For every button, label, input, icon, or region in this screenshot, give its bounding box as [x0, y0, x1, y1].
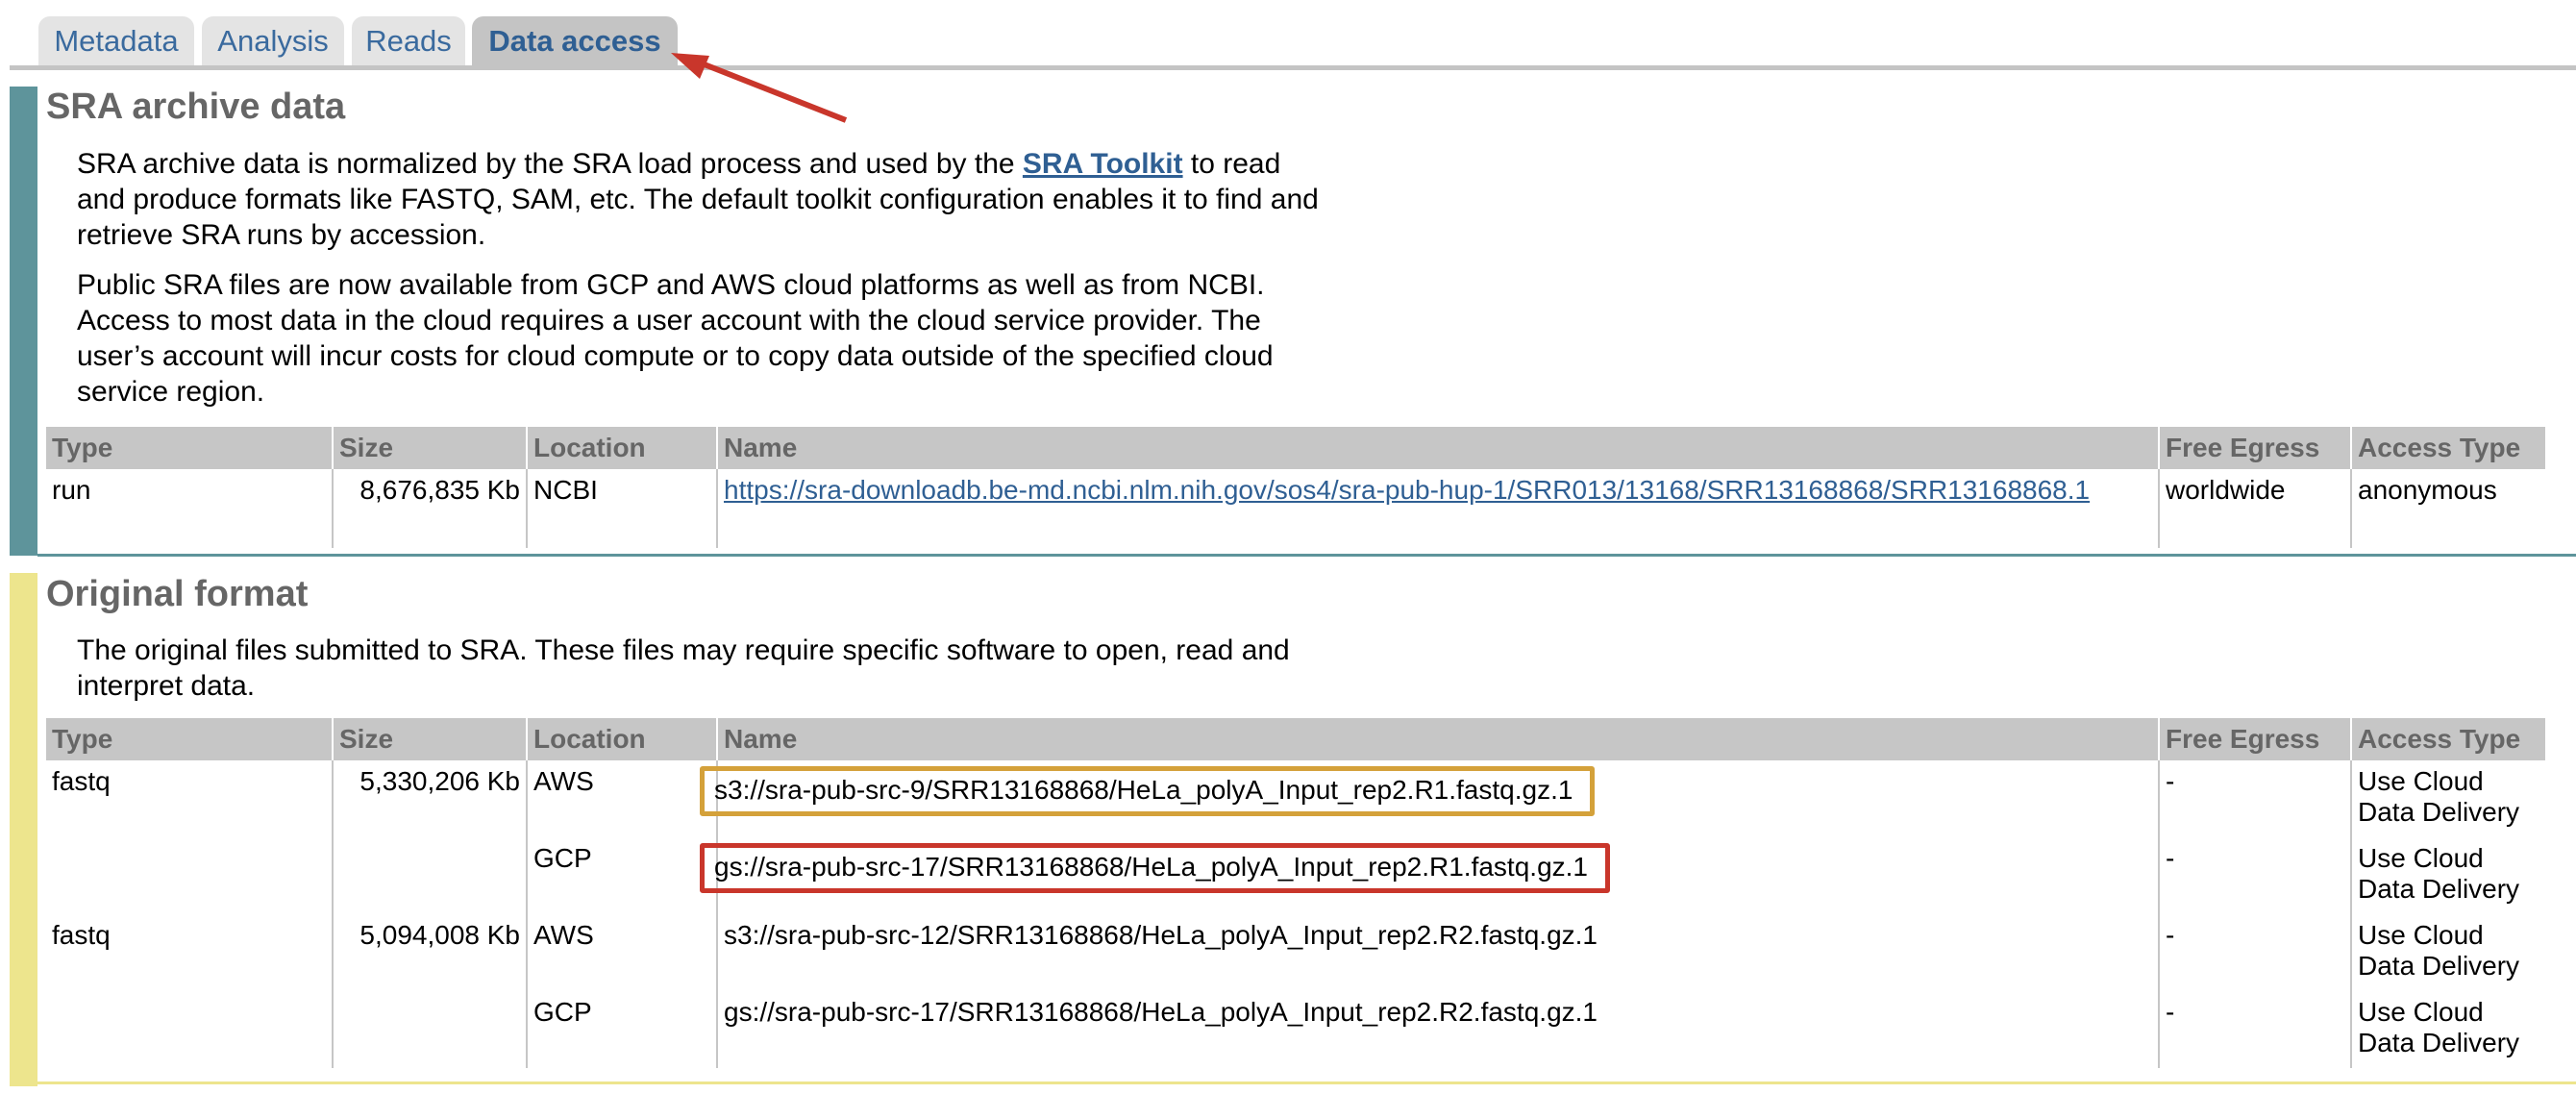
table-header-row: Type Size Location Name Free Egress Acce… [46, 718, 2545, 760]
original-files-table: Type Size Location Name Free Egress Acce… [46, 718, 2545, 1068]
table-row: GCP gs://sra-pub-src-17/SRR13168868/HeLa… [46, 837, 2545, 914]
cell-size: 5,330,206 Kb [333, 760, 528, 837]
column-header-access-type: Access Type [2351, 718, 2545, 760]
cell-access-type: Use Cloud Data Delivery [2358, 997, 2520, 1057]
tab-metadata[interactable]: Metadata [38, 16, 194, 66]
cell-access-type: Use Cloud Data Delivery [2358, 766, 2520, 827]
cell-name: s3://sra-pub-src-9/SRR13168868/HeLa_poly… [700, 760, 2160, 837]
cell-size [333, 991, 528, 1068]
download-url-link[interactable]: https://sra-downloadb.be-md.ncbi.nlm.nih… [724, 475, 2090, 505]
cell-type: fastq [46, 760, 334, 837]
annotation-arrow-icon [671, 53, 848, 123]
cell-free-egress: - [2159, 837, 2352, 914]
column-header-type: Type [46, 427, 334, 469]
cell-location: NCBI [527, 469, 718, 548]
tab-underline [10, 65, 2576, 70]
cell-location: AWS [527, 914, 718, 991]
sra-section-divider [37, 554, 2576, 557]
original-section-divider [37, 1082, 2576, 1084]
table-row: GCP gs://sra-pub-src-17/SRR13168868/HeLa… [46, 991, 2545, 1068]
table-row: run 8,676,835 Kb NCBI https://sra-downlo… [46, 469, 2545, 548]
cell-type: fastq [46, 914, 334, 991]
tab-reads[interactable]: Reads [352, 16, 465, 66]
column-header-name: Name [717, 427, 2160, 469]
table-row: fastq 5,094,008 Kb AWS s3://sra-pub-src-… [46, 914, 2545, 991]
cell-name[interactable]: gs://sra-pub-src-17/SRR13168868/HeLa_pol… [717, 991, 2160, 1068]
column-header-free-egress: Free Egress [2159, 718, 2352, 760]
original-section-accent-bar [10, 573, 37, 1086]
cell-location: GCP [527, 837, 718, 914]
table-row: fastq 5,330,206 Kb AWS s3://sra-pub-src-… [46, 760, 2545, 837]
cell-location: GCP [527, 991, 718, 1068]
column-header-access-type: Access Type [2351, 427, 2545, 469]
column-header-size: Size [333, 427, 528, 469]
sra-data-access-page: Metadata Analysis Reads Data access SRA … [0, 0, 2576, 1094]
sra-toolkit-link[interactable]: SRA Toolkit [1023, 148, 1183, 180]
cell-free-egress: - [2159, 914, 2352, 991]
cell-type [46, 837, 334, 914]
column-header-size: Size [333, 718, 528, 760]
column-header-free-egress: Free Egress [2159, 427, 2352, 469]
cell-free-egress: worldwide [2159, 469, 2352, 548]
tab-bar: Metadata Analysis Reads Data access [0, 0, 2576, 70]
sra-section-title: SRA archive data [46, 87, 346, 127]
cell-size [333, 837, 528, 914]
cell-access-type: anonymous [2358, 475, 2497, 505]
tab-analysis[interactable]: Analysis [202, 16, 344, 66]
table-header-row: Type Size Location Name Free Egress Acce… [46, 427, 2545, 469]
original-section-title: Original format [46, 574, 309, 614]
cell-size: 5,094,008 Kb [333, 914, 528, 991]
cell-free-egress: - [2159, 760, 2352, 837]
cell-location: AWS [527, 760, 718, 837]
sra-description-start: SRA archive data is normalized by the SR… [77, 148, 1023, 180]
highlighted-gcp-r1-path[interactable]: gs://sra-pub-src-17/SRR13168868/HeLa_pol… [700, 843, 1610, 893]
cell-free-egress: - [2159, 991, 2352, 1068]
column-header-location: Location [527, 718, 718, 760]
cell-size: 8,676,835 Kb [333, 469, 528, 548]
sra-section-accent-bar [10, 87, 37, 556]
column-header-location: Location [527, 427, 718, 469]
sra-description: SRA archive data is normalized by the SR… [77, 146, 1336, 253]
highlighted-aws-r1-path[interactable]: s3://sra-pub-src-9/SRR13168868/HeLa_poly… [700, 766, 1596, 816]
tab-data-access[interactable]: Data access [472, 16, 678, 66]
cell-type [46, 991, 334, 1068]
cell-access-type: Use Cloud Data Delivery [2358, 843, 2520, 904]
cell-name: gs://sra-pub-src-17/SRR13168868/HeLa_pol… [700, 837, 2160, 914]
cell-type: run [46, 469, 334, 548]
cell-name: https://sra-downloadb.be-md.ncbi.nlm.nih… [717, 469, 2160, 548]
cell-access-type: Use Cloud Data Delivery [2358, 920, 2520, 981]
column-header-name: Name [717, 718, 2160, 760]
original-description: The original files submitted to SRA. The… [77, 634, 1290, 702]
sra-files-table: Type Size Location Name Free Egress Acce… [46, 427, 2545, 548]
column-header-type: Type [46, 718, 334, 760]
sra-cloud-description: Public SRA files are now available from … [77, 269, 1274, 408]
cell-name[interactable]: s3://sra-pub-src-12/SRR13168868/HeLa_pol… [717, 914, 2160, 991]
